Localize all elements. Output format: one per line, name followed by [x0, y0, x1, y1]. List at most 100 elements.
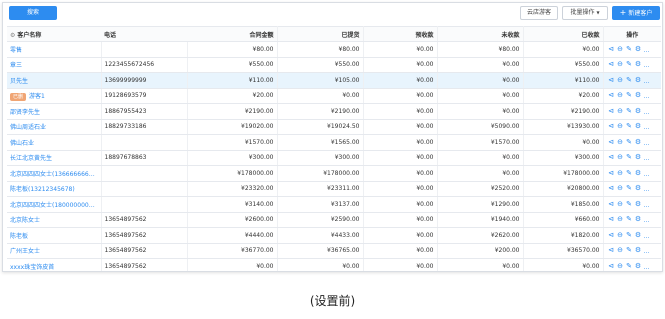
- minus-circle-icon[interactable]: ⊖: [617, 123, 624, 130]
- table-row[interactable]: 长江北京黄先生 18897678863 ¥300.00 ¥300.00 ¥0.00 ¥0.…: [7, 150, 661, 166]
- edit-icon[interactable]: ✎: [626, 92, 633, 99]
- gear-icon[interactable]: ⚙: [10, 32, 15, 39]
- edit-icon[interactable]: ✎: [626, 45, 633, 53]
- export-icon[interactable]: ⇪: [653, 123, 660, 130]
- share-icon[interactable]: ⊲: [608, 138, 615, 146]
- share-icon[interactable]: ⊲: [608, 169, 615, 177]
- export-icon[interactable]: ⇪: [653, 247, 660, 254]
- customer-name-cell[interactable]: 北京四四四女士(18000000000): [7, 196, 102, 213]
- export-icon[interactable]: ⇪: [653, 76, 660, 84]
- minus-circle-icon[interactable]: ⊖: [617, 216, 624, 223]
- customer-name-cell[interactable]: 佛山周适石业: [7, 119, 102, 135]
- export-icon[interactable]: ⇪: [653, 200, 660, 208]
- table-row[interactable]: 邵贤李先生 18867955423 ¥2190.00 ¥2190.00 ¥0.00 ¥0.…: [7, 103, 661, 120]
- settings-icon[interactable]: ⚙: [635, 185, 642, 192]
- customer-name-cell[interactable]: 邵贤李先生: [7, 103, 102, 120]
- settings-icon[interactable]: ⚙: [635, 216, 642, 223]
- edit-icon[interactable]: ✎: [626, 200, 633, 208]
- edit-icon[interactable]: ✎: [626, 76, 633, 84]
- export-icon[interactable]: ⇪: [653, 45, 660, 53]
- minus-circle-icon[interactable]: ⊖: [617, 185, 624, 192]
- share-icon[interactable]: ⊲: [608, 185, 615, 192]
- minus-circle-icon[interactable]: ⊖: [617, 76, 624, 84]
- table-row[interactable]: 佛山周适石业 18829733186 ¥19020.00 ¥19024.50 ¥0.00…: [7, 119, 661, 135]
- share-icon[interactable]: ⊲: [608, 200, 615, 208]
- customer-name-link[interactable]: 游客1: [29, 93, 45, 100]
- edit-icon[interactable]: ✎: [626, 154, 633, 161]
- customer-name-cell[interactable]: 章三: [7, 57, 102, 73]
- customer-name-link[interactable]: 北京四四四女士(13666666666): [10, 171, 99, 178]
- settings-icon[interactable]: ⚙: [635, 200, 642, 208]
- settings-icon[interactable]: ⚙: [635, 76, 642, 84]
- settings-icon[interactable]: ⚙: [635, 92, 642, 99]
- settings-icon[interactable]: ⚙: [635, 247, 642, 254]
- settings-icon[interactable]: ⚙: [635, 61, 642, 68]
- table-row[interactable]: 已删 游客1 19128693579 ¥20.00 ¥0.00 ¥0.00 ¥0.00 ¥20…: [7, 88, 661, 104]
- minus-circle-icon[interactable]: ⊖: [617, 200, 624, 208]
- customer-name-link[interactable]: 零售: [10, 47, 22, 54]
- share-icon[interactable]: ⊲: [608, 216, 615, 223]
- customer-name-cell[interactable]: 长江北京黄先生: [7, 150, 102, 166]
- customer-name-link[interactable]: 长江北京黄先生: [10, 155, 52, 162]
- export-icon[interactable]: ⇪: [653, 92, 660, 99]
- customer-name-link[interactable]: 邵贤李先生: [10, 109, 40, 116]
- edit-icon[interactable]: ✎: [626, 123, 633, 130]
- minus-circle-icon[interactable]: ⊖: [617, 247, 624, 254]
- table-row[interactable]: 北京陈女士 13654897562 ¥2600.00 ¥2590.00 ¥0.00 ¥19…: [7, 212, 661, 228]
- settings-icon[interactable]: ⚙: [635, 154, 642, 161]
- edit-icon[interactable]: ✎: [626, 169, 633, 177]
- export-icon[interactable]: ⇪: [653, 107, 660, 115]
- settings-icon[interactable]: ⚙: [635, 45, 642, 53]
- new-customer-button[interactable]: + 新建客户: [612, 6, 660, 20]
- customer-name-link[interactable]: 章三: [10, 62, 22, 69]
- customer-name-cell[interactable]: 佛山石业: [7, 134, 102, 151]
- minus-circle-icon[interactable]: ⊖: [617, 138, 624, 146]
- customer-name-link[interactable]: xxxx珠宝饰皮首: [10, 264, 54, 271]
- export-icon[interactable]: ⇪: [653, 231, 660, 239]
- customer-name-cell[interactable]: 陈老板(13212345678): [7, 181, 102, 197]
- customer-name-link[interactable]: 陈老板(13212345678): [10, 186, 75, 193]
- export-icon[interactable]: ⇪: [653, 216, 660, 223]
- export-icon[interactable]: ⇪: [653, 169, 660, 177]
- share-icon[interactable]: ⊲: [608, 45, 615, 53]
- edit-icon[interactable]: ✎: [626, 185, 633, 192]
- share-icon[interactable]: ⊲: [608, 61, 615, 68]
- share-icon[interactable]: ⊲: [608, 247, 615, 254]
- table-row[interactable]: 章三 1223455672456 ¥550.00 ¥550.00 ¥0.00 ¥0.00 ¥…: [7, 57, 661, 73]
- minus-circle-icon[interactable]: ⊖: [617, 107, 624, 115]
- export-icon[interactable]: ⇪: [653, 61, 660, 68]
- table-row[interactable]: 陈老板(13212345678) ¥23320.00 ¥23311.00 ¥0.00 ¥…: [7, 181, 661, 197]
- table-row[interactable]: 北京四四四女士(13666666666) ¥178000.00 ¥178000.00…: [7, 165, 661, 182]
- edit-icon[interactable]: ✎: [626, 262, 633, 270]
- export-icon[interactable]: ⇪: [653, 138, 660, 146]
- customer-name-cell[interactable]: 北京陈女士: [7, 212, 102, 228]
- customer-name-cell[interactable]: 贝先生: [7, 72, 102, 89]
- edit-icon[interactable]: ✎: [626, 61, 633, 68]
- settings-icon[interactable]: ⚙: [635, 169, 642, 177]
- customer-name-link[interactable]: 北京陈女士: [10, 217, 40, 224]
- customer-name-link[interactable]: 贝先生: [10, 78, 28, 85]
- share-icon[interactable]: ⊲: [608, 154, 615, 161]
- customer-name-link[interactable]: 陈老板: [10, 233, 28, 240]
- batch-operations-dropdown[interactable]: 批量操作 ▼: [562, 6, 608, 20]
- table-row[interactable]: xxxx珠宝饰皮首 13654897562 ¥0.00 ¥0.00 ¥0.00 ¥0.00…: [7, 258, 661, 271]
- customer-name-cell[interactable]: 北京四四四女士(13666666666): [7, 165, 102, 182]
- search-button[interactable]: 搜索: [9, 6, 57, 20]
- settings-icon[interactable]: ⚙: [635, 107, 642, 115]
- table-row[interactable]: 佛山石业 ¥1570.00 ¥1565.00 ¥0.00 ¥1570.00 ¥0.00 ⊲ ⊖…: [7, 134, 661, 151]
- table-row[interactable]: 北京四四四女士(18000000000) ¥3140.00 ¥3137.00 ¥0.0…: [7, 196, 661, 213]
- guest-button[interactable]: 云店游客: [520, 6, 558, 20]
- customer-name-cell[interactable]: 零售: [7, 41, 102, 58]
- table-row[interactable]: 零售 ¥80.00 ¥80.00 ¥0.00 ¥80.00 ¥0.00 ⊲ ⊖ ✎ ⚙ ⎙ ⇪: [7, 41, 661, 58]
- settings-icon[interactable]: ⚙: [635, 262, 642, 270]
- edit-icon[interactable]: ✎: [626, 247, 633, 254]
- share-icon[interactable]: ⊲: [608, 92, 615, 99]
- minus-circle-icon[interactable]: ⊖: [617, 262, 624, 270]
- settings-icon[interactable]: ⚙: [635, 231, 642, 239]
- minus-circle-icon[interactable]: ⊖: [617, 92, 624, 99]
- header-customer-name[interactable]: ⚙ 客户名称: [7, 26, 101, 42]
- customer-name-link[interactable]: 广州王女士: [10, 248, 40, 255]
- customer-name-link[interactable]: 佛山周适石业: [10, 124, 46, 131]
- share-icon[interactable]: ⊲: [608, 123, 615, 130]
- export-icon[interactable]: ⇪: [653, 154, 660, 161]
